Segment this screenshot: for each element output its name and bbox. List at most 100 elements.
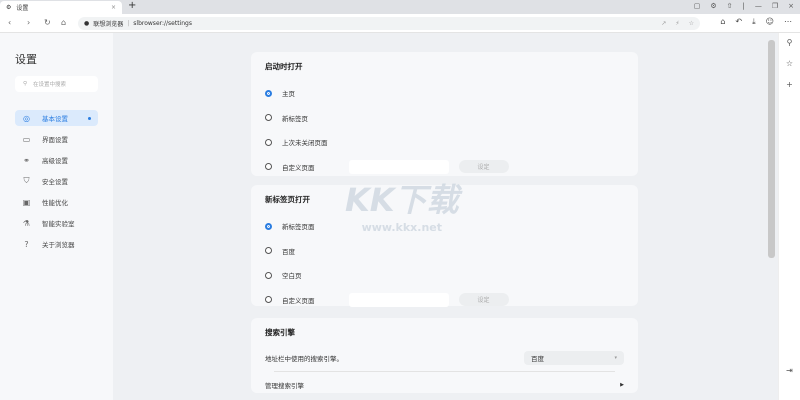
close-window-button[interactable]: × (788, 2, 794, 10)
radio[interactable] (265, 247, 272, 255)
page-title: 设置 (15, 53, 37, 66)
sidebar-item-interface[interactable]: ▭ 界面设置 (15, 131, 98, 147)
site-info-icon[interactable]: ● (84, 20, 89, 27)
extensions-icon[interactable]: ⌂ (720, 17, 725, 27)
radio[interactable] (265, 163, 272, 171)
sidebar-item-label: 关于浏览器 (42, 241, 75, 249)
settings-icon: ⚙ (6, 4, 12, 11)
search-engine-card: 搜索引擎 地址栏中使用的搜索引擎。 百度 ▾ 管理搜索引擎 ▶ (251, 318, 638, 393)
watermark: KK下载 www.kkx.net (345, 175, 459, 234)
sidebar-item-label: 智能实验室 (42, 220, 75, 228)
newtab-custom-url-input[interactable] (348, 292, 449, 307)
watermark-logo: KK下载 (345, 181, 459, 219)
sidebar-item-lab[interactable]: ⚗ 智能实验室 (15, 215, 98, 231)
favorites-star-icon[interactable]: ☆ (786, 59, 793, 68)
scrollbar[interactable] (768, 40, 775, 258)
basic-settings-icon: ◎ (23, 113, 30, 123)
option-label: 新标签页面 (282, 223, 315, 232)
skin-icon[interactable]: ⚙ (710, 2, 716, 10)
option-label: 主页 (282, 90, 295, 99)
startup-card: 启动时打开 主页 新标签页 上次未关闭页面 自定义页面 设定 (251, 52, 638, 176)
option-label: 自定义页面 (282, 296, 315, 305)
radio[interactable] (265, 271, 272, 279)
search-engine-label: 地址栏中使用的搜索引擎。 (265, 355, 343, 363)
plus-icon[interactable]: + (786, 80, 793, 89)
download-icon[interactable]: ⤓ (752, 17, 756, 27)
close-tab-icon[interactable]: × (111, 4, 116, 11)
upgrade-icon[interactable]: ⇧ (727, 2, 733, 10)
undo-close-icon[interactable]: ↶ (735, 17, 742, 27)
avatar[interactable]: ☺ (766, 17, 774, 27)
startup-option-newtab[interactable]: 新标签页 (265, 106, 624, 131)
share-icon[interactable]: ↗ (661, 20, 666, 27)
newtab-option-blank[interactable]: 空白页 (265, 263, 624, 288)
bookmark-star-icon[interactable]: ☆ (689, 20, 694, 27)
flask-icon: ⚗ (22, 218, 31, 228)
startup-option-restore[interactable]: 上次未关闭页面 (265, 130, 624, 155)
watermark-url: www.kkx.net (361, 221, 443, 234)
startup-custom-url-input[interactable] (348, 159, 449, 174)
sidebar-item-label: 性能优化 (42, 199, 68, 207)
chevron-right-icon: ▶ (620, 382, 624, 388)
window-icon: ▭ (22, 134, 31, 144)
sidebar-item-advanced[interactable]: ⚭ 高级设置 (15, 152, 98, 168)
reload-button[interactable]: ↻ (44, 18, 51, 27)
sidebar-item-about[interactable]: ? 关于浏览器 (15, 236, 98, 252)
url-text: slbrowser://settings (133, 20, 192, 27)
search-icon[interactable]: ⚲ (787, 38, 793, 47)
url-input[interactable]: ● 联想浏览器 | slbrowser://settings ↗ ⚡ ☆ (78, 17, 700, 30)
sidebar-item-label: 安全设置 (42, 178, 68, 186)
radio[interactable] (265, 114, 272, 122)
sidebar-item-performance[interactable]: ▣ 性能优化 (15, 194, 98, 210)
search-icon: ⚲ (23, 81, 28, 87)
home-button[interactable]: ⌂ (61, 18, 66, 27)
accelerate-icon[interactable]: ⚡ (675, 20, 679, 27)
search-engine-select[interactable]: 百度 ▾ (524, 351, 624, 365)
sidebar-toggle-icon[interactable]: ▢ (694, 2, 701, 10)
tab-settings[interactable]: ⚙ 设置 × (0, 1, 122, 14)
tab-title: 设置 (16, 5, 29, 12)
manage-search-engines-link[interactable]: 管理搜索引擎 ▶ (265, 374, 624, 396)
back-button[interactable]: ‹ (8, 18, 11, 27)
circles-icon: ⚭ (23, 155, 30, 165)
section-title: 搜索引擎 (265, 328, 295, 337)
chevron-down-icon: ▾ (614, 355, 617, 361)
radio-checked[interactable] (265, 222, 272, 230)
new-tab-button[interactable]: + (128, 0, 136, 11)
newtab-set-button[interactable]: 设定 (458, 293, 509, 307)
radio-checked[interactable] (265, 89, 272, 97)
collapse-panel-icon[interactable]: ⇥ (786, 366, 793, 375)
radio[interactable] (265, 138, 272, 146)
right-side-panel: ⚲ ☆ + ⇥ (778, 33, 800, 400)
manage-label: 管理搜索引擎 (265, 382, 304, 390)
site-name: 联想浏览器 (93, 21, 124, 28)
option-label: 自定义页面 (282, 163, 315, 172)
sidebar-item-security[interactable]: ⛉ 安全设置 (15, 173, 98, 189)
minimize-button[interactable]: — (755, 2, 762, 10)
sidebar-item-label: 界面设置 (42, 136, 68, 144)
shield-icon: ⛉ (23, 176, 30, 185)
address-bar-row: ‹ › ↻ ⌂ ● 联想浏览器 | slbrowser://settings ↗… (0, 14, 800, 33)
search-placeholder: 在设置中搜索 (33, 82, 67, 88)
active-dot (88, 116, 91, 120)
sidebar-item-label: 基本设置 (42, 115, 68, 123)
monitor-icon: ▣ (22, 197, 31, 207)
tab-bar: ⚙ 设置 × + ▢ ⚙ ⇧ | — ❐ × (0, 0, 800, 14)
divider: | (127, 20, 130, 27)
maximize-button[interactable]: ❐ (772, 2, 778, 10)
newtab-option-custom[interactable]: 自定义页面 设定 (265, 288, 624, 313)
settings-sidebar: 设置 ⚲ 在设置中搜索 ◎ 基本设置 ▭ 界面设置 ⚭ 高级设置 ⛉ 安全设置 ▣ 性能优… (0, 33, 113, 400)
help-icon: ? (24, 239, 29, 249)
forward-button[interactable]: › (27, 18, 30, 27)
option-label: 新标签页 (282, 114, 308, 123)
option-label: 空白页 (282, 272, 302, 281)
startup-option-home[interactable]: 主页 (265, 81, 624, 106)
settings-search-input[interactable]: ⚲ 在设置中搜索 (15, 76, 98, 92)
sidebar-item-basic[interactable]: ◎ 基本设置 (15, 110, 98, 126)
option-label: 上次未关闭页面 (282, 139, 328, 148)
radio[interactable] (265, 296, 272, 304)
more-menu-icon[interactable]: ⋯ (784, 17, 792, 27)
newtab-option-baidu[interactable]: 百度 (265, 239, 624, 264)
option-label: 百度 (282, 247, 295, 256)
startup-set-button[interactable]: 设定 (458, 160, 509, 174)
